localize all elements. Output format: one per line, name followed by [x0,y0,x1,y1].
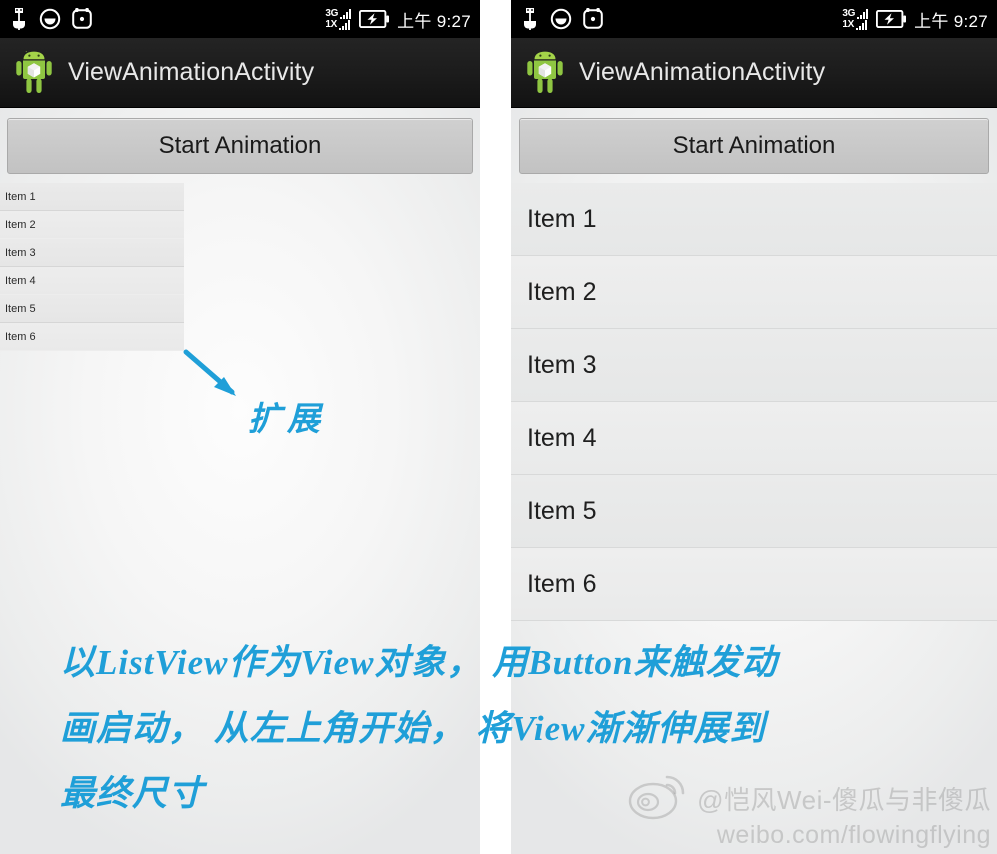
android-robot-icon [525,51,565,95]
signal-strength-icon: 3G 1X [325,7,352,30]
list-item-label: Item 5 [527,496,597,525]
alarm-clock-icon [72,8,92,29]
list-item[interactable]: Item 2 [511,256,997,329]
signal-bars-secondary [338,19,350,30]
start-animation-button[interactable]: Start Animation [7,118,473,174]
network-type-secondary: 1X [842,18,854,30]
list-item[interactable]: Item 4 [511,402,997,475]
status-bar-right-indicators: 3G 1X 上午 9:27 [325,0,471,38]
list-item-label: Item 2 [527,277,597,306]
list-item-label: Item 5 [5,302,36,315]
right-phone-panel: 3G 1X 上午 9:27 ViewAnimationActivity Star… [511,0,997,854]
network-type-secondary: 1X [325,18,337,30]
list-item[interactable]: Item 6 [511,548,997,621]
network-type-primary: 3G [842,7,856,19]
signal-bars-secondary [855,19,867,30]
battery-charging-icon [359,10,390,28]
screenshot-stage: 3G 1X 上午 9:27 ViewAnimationActivity Star… [0,0,997,854]
list-item-label: Item 4 [527,423,597,452]
list-item[interactable]: Item 1 [0,183,184,211]
action-bar-right: ViewAnimationActivity [511,38,997,108]
smiley-face-icon [550,8,572,30]
signal-strength-icon: 3G 1X [842,7,869,30]
list-item[interactable]: Item 3 [511,329,997,402]
list-item[interactable]: Item 5 [0,295,184,323]
status-bar-left-icons [520,0,604,38]
android-robot-icon [14,47,54,95]
usb-icon [524,8,536,30]
list-view-expanded[interactable]: Item 1 Item 2 Item 3 Item 4 Item 5 Item … [511,183,997,621]
list-item-label: Item 4 [5,274,36,287]
list-item-label: Item 1 [527,204,597,233]
status-bar-clock: 上午 9:27 [397,11,471,31]
start-animation-button-label: Start Animation [158,132,322,159]
list-item[interactable]: Item 4 [0,267,184,295]
list-item-label: Item 2 [5,218,36,231]
smiley-face-icon [39,8,61,30]
status-bar-clock: 上午 9:27 [914,11,988,31]
status-bar-right: 3G 1X 上午 9:27 [511,0,997,38]
list-item-label: Item 3 [527,350,597,379]
signal-bars-primary [340,8,352,19]
signal-bars-primary [857,8,869,19]
start-animation-button-label: Start Animation [672,132,836,159]
alarm-clock-icon [583,8,603,29]
action-bar-title: ViewAnimationActivity [579,58,826,86]
start-animation-button[interactable]: Start Animation [519,118,989,174]
list-item-label: Item 6 [527,569,597,598]
network-type-primary: 3G [325,7,339,19]
list-item[interactable]: Item 5 [511,475,997,548]
list-item-label: Item 6 [5,330,36,343]
status-bar-left-icons [9,0,93,38]
action-bar-title: ViewAnimationActivity [68,58,315,86]
usb-icon [13,8,25,30]
status-bar-left: 3G 1X 上午 9:27 [0,0,480,38]
list-view-compressed[interactable]: Item 1 Item 2 Item 3 Item 4 Item 5 Item … [0,183,184,351]
status-bar-right-indicators: 3G 1X 上午 9:27 [842,0,988,38]
battery-charging-icon [876,10,907,28]
action-bar-left: ViewAnimationActivity [0,38,480,108]
list-item[interactable]: Item 6 [0,323,184,351]
list-item[interactable]: Item 2 [0,211,184,239]
list-item-label: Item 1 [5,190,36,203]
list-item[interactable]: Item 3 [0,239,184,267]
list-item[interactable]: Item 1 [511,183,997,256]
left-phone-panel: 3G 1X 上午 9:27 ViewAnimationActivity Star… [0,0,480,854]
list-item-label: Item 3 [5,246,36,259]
